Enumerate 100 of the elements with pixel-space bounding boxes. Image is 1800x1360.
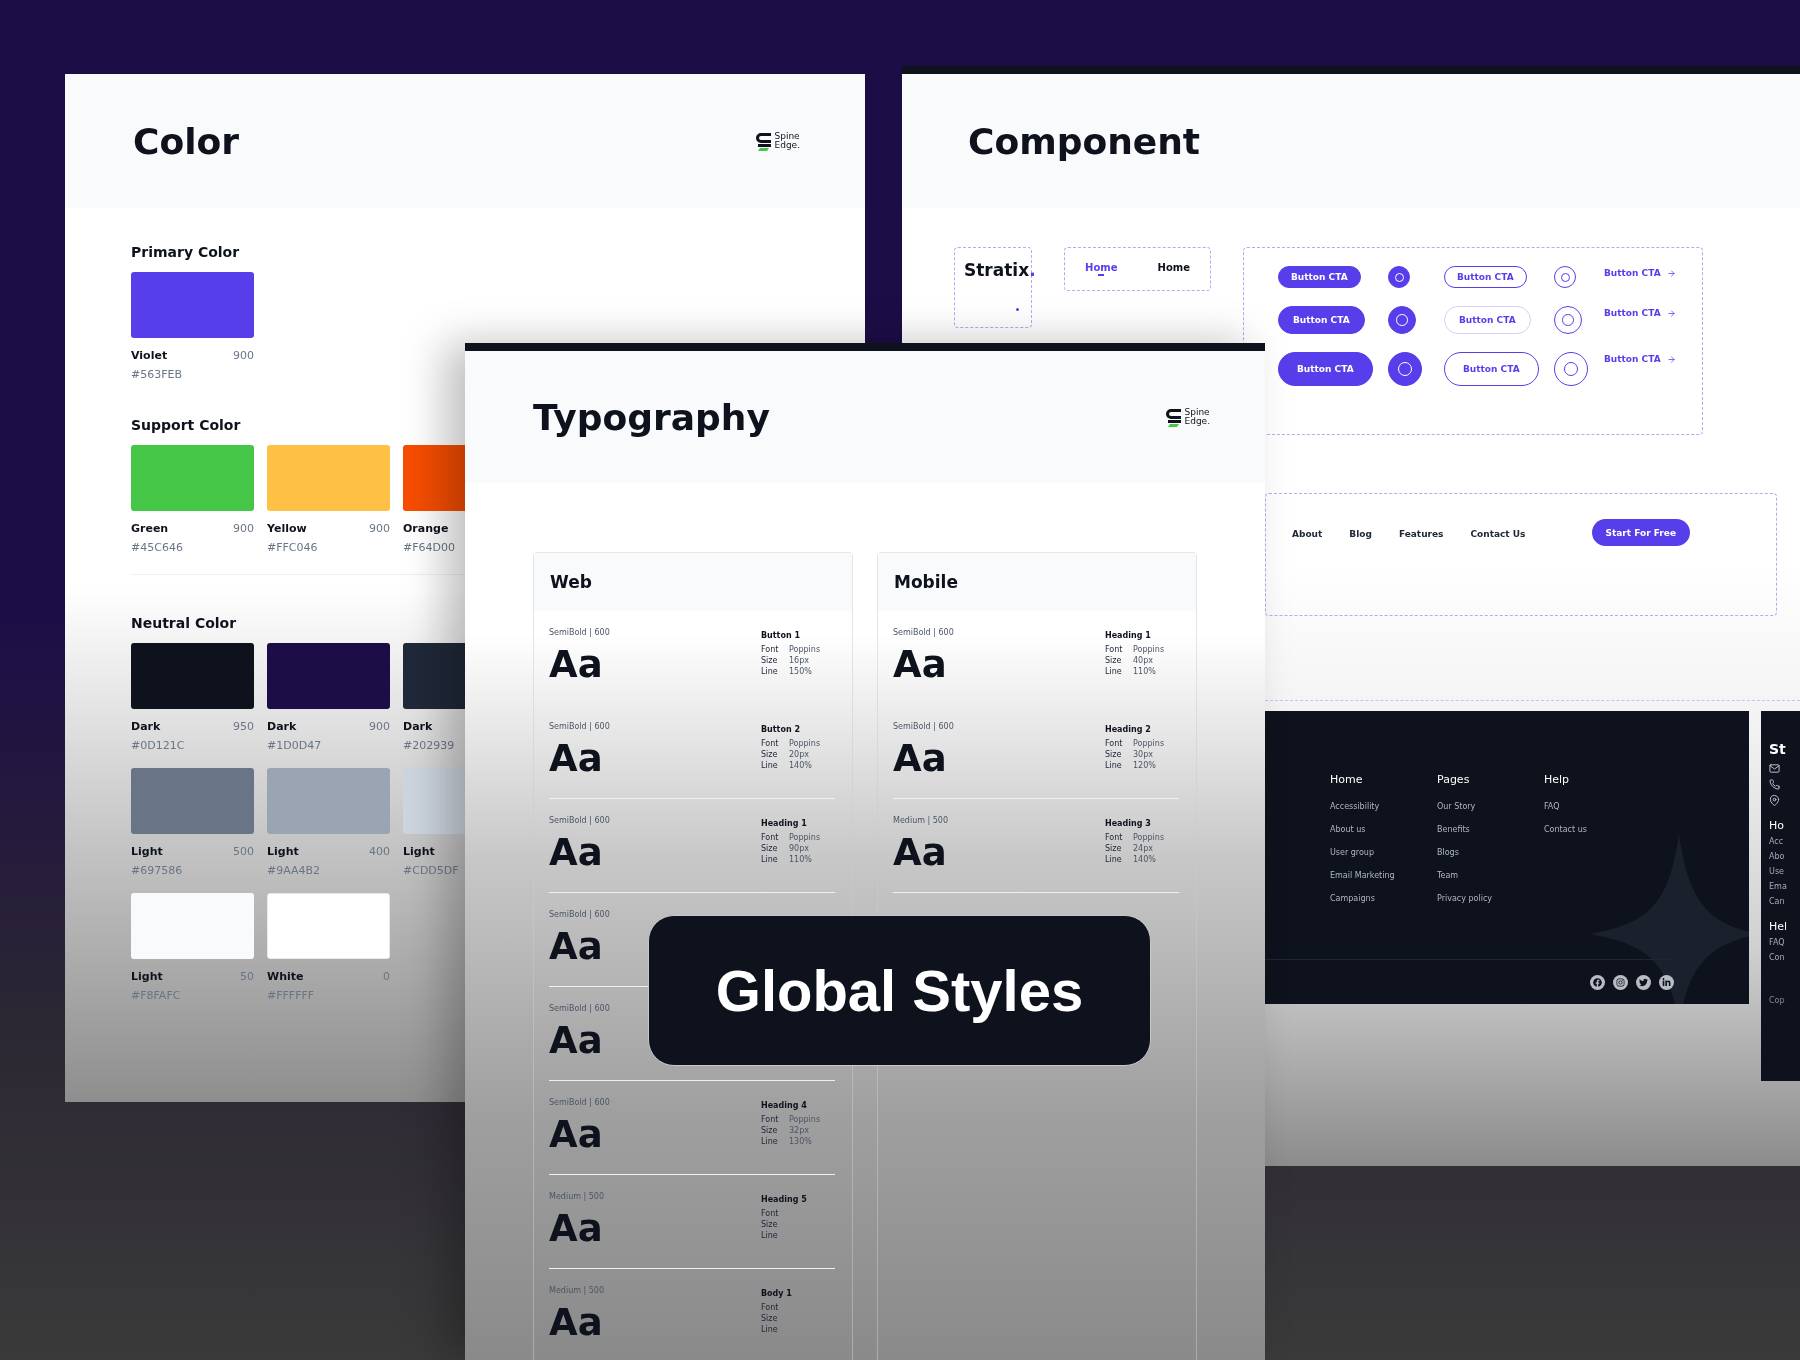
- spec-value: 110%: [789, 855, 812, 865]
- circle-button[interactable]: [1388, 306, 1416, 334]
- nav-link[interactable]: Features: [1398, 529, 1444, 539]
- footer-link[interactable]: Our Story: [1437, 802, 1544, 811]
- footer-link[interactable]: Ema: [1769, 882, 1800, 891]
- circle-button[interactable]: [1388, 352, 1422, 386]
- cta-button[interactable]: Button CTA: [1444, 266, 1527, 288]
- circle-button[interactable]: [1554, 352, 1588, 386]
- circle-button[interactable]: [1554, 306, 1582, 334]
- spec-label: Size: [761, 1220, 779, 1230]
- cta-link[interactable]: Button CTA: [1604, 354, 1702, 364]
- cta-button[interactable]: Button CTA: [1278, 352, 1373, 386]
- arrow-right-icon: [1666, 354, 1676, 364]
- footer-link[interactable]: Campaigns: [1330, 894, 1437, 903]
- logo-text: Spine: [1184, 408, 1210, 417]
- footer-link[interactable]: Privacy policy: [1437, 894, 1544, 903]
- cta-link[interactable]: Button CTA: [1604, 268, 1702, 278]
- cta-button[interactable]: Button CTA: [1278, 306, 1365, 334]
- spec-value: Poppins: [789, 739, 821, 749]
- color-name: Yellow: [267, 522, 307, 535]
- footer-link[interactable]: FAQ: [1544, 802, 1651, 811]
- type-sample: Aa: [549, 1207, 604, 1250]
- color-name: Light: [131, 970, 163, 983]
- start-button[interactable]: Start For Free: [1591, 519, 1690, 546]
- footer-link[interactable]: Use: [1769, 867, 1800, 876]
- panel-title: Typography: [533, 396, 770, 438]
- spec-label: Size: [761, 1314, 779, 1324]
- nav-tab[interactable]: Home: [1085, 262, 1118, 276]
- spec-label: Line: [761, 1325, 779, 1335]
- font-weight-label: SemiBold | 600: [549, 910, 610, 919]
- font-weight-label: SemiBold | 600: [893, 722, 954, 731]
- spec-value: 110%: [1133, 667, 1156, 677]
- dot-icon: [1016, 308, 1019, 311]
- spec-value: 150%: [789, 667, 812, 677]
- circle-button[interactable]: [1388, 266, 1410, 288]
- section-heading: Neutral Color: [131, 615, 238, 631]
- nav-link[interactable]: Blog: [1349, 529, 1372, 539]
- color-shade: 900: [233, 349, 254, 362]
- footer-link[interactable]: Blogs: [1437, 848, 1544, 857]
- type-sample: Aa: [549, 737, 604, 780]
- section-heading: Primary Color: [131, 244, 241, 260]
- spec-label: Font: [761, 1209, 780, 1219]
- facebook-icon[interactable]: [1590, 975, 1606, 990]
- footer-link[interactable]: Can: [1769, 897, 1800, 906]
- logo-icon: [754, 131, 773, 151]
- color-shade: 900: [369, 522, 390, 535]
- color-name: Violet: [131, 349, 168, 362]
- color-shade: 500: [233, 845, 254, 858]
- font-weight-label: Medium | 500: [893, 816, 949, 825]
- footer-link[interactable]: Abo: [1769, 852, 1800, 861]
- footer-link[interactable]: Email Marketing: [1330, 871, 1437, 880]
- color-shade: 50: [240, 970, 254, 983]
- spec-label: Line: [761, 1231, 779, 1241]
- footer-link[interactable]: Acc: [1769, 837, 1800, 846]
- style-name: Body 1: [761, 1289, 793, 1298]
- cta-button[interactable]: Button CTA: [1278, 266, 1361, 288]
- style-name: Button 1: [761, 631, 801, 640]
- footer-link[interactable]: Accessibility: [1330, 802, 1437, 811]
- type-sample: Aa: [549, 831, 604, 874]
- footer-link[interactable]: Benefits: [1437, 825, 1544, 834]
- footer-link[interactable]: Contact us: [1544, 825, 1651, 834]
- spec-label: Size: [761, 656, 779, 666]
- color-name: Light: [403, 845, 435, 858]
- spec-label: Line: [1105, 761, 1123, 771]
- location-icon: [1769, 795, 1781, 806]
- footer-heading: Help: [1544, 773, 1571, 786]
- style-name: Heading 5: [761, 1195, 808, 1204]
- circle-button[interactable]: [1554, 266, 1576, 288]
- spec-label: Font: [761, 645, 780, 655]
- cta-button[interactable]: Button CTA: [1444, 352, 1539, 386]
- spec-value: 32px: [789, 1126, 809, 1136]
- nav-link[interactable]: About: [1292, 529, 1323, 539]
- font-weight-label: SemiBold | 600: [549, 628, 610, 637]
- logo-text: Edge.: [774, 141, 800, 150]
- type-sample: Aa: [893, 831, 948, 874]
- cta-link[interactable]: Button CTA: [1604, 308, 1702, 318]
- spec-label: Size: [1105, 750, 1123, 760]
- color-hex: #45C646: [131, 541, 184, 554]
- type-sample: Aa: [893, 643, 948, 686]
- spec-label: Line: [761, 855, 779, 865]
- color-shade: 900: [369, 720, 390, 733]
- mail-icon: [1769, 763, 1781, 774]
- style-name: Heading 1: [1105, 631, 1152, 640]
- nav-link[interactable]: Contact Us: [1470, 529, 1526, 539]
- cta-button[interactable]: Button CTA: [1444, 306, 1531, 334]
- instagram-icon[interactable]: [1613, 975, 1629, 990]
- type-sample: Aa: [549, 1019, 604, 1062]
- footer-link[interactable]: Team: [1437, 871, 1544, 880]
- card-heading: Mobile: [878, 553, 1196, 611]
- twitter-icon[interactable]: [1636, 975, 1652, 990]
- footer-link[interactable]: About us: [1330, 825, 1437, 834]
- spec-value: 120%: [1133, 761, 1156, 771]
- color-shade: 900: [233, 522, 254, 535]
- nav-tab[interactable]: Home: [1157, 262, 1190, 276]
- footer-link[interactable]: User group: [1330, 848, 1437, 857]
- color-hex: #F64D00: [403, 541, 456, 554]
- font-weight-label: SemiBold | 600: [549, 1004, 610, 1013]
- footer-link[interactable]: FAQ: [1769, 938, 1800, 947]
- font-weight-label: Medium | 500: [549, 1192, 605, 1201]
- footer-link[interactable]: Con: [1769, 953, 1800, 962]
